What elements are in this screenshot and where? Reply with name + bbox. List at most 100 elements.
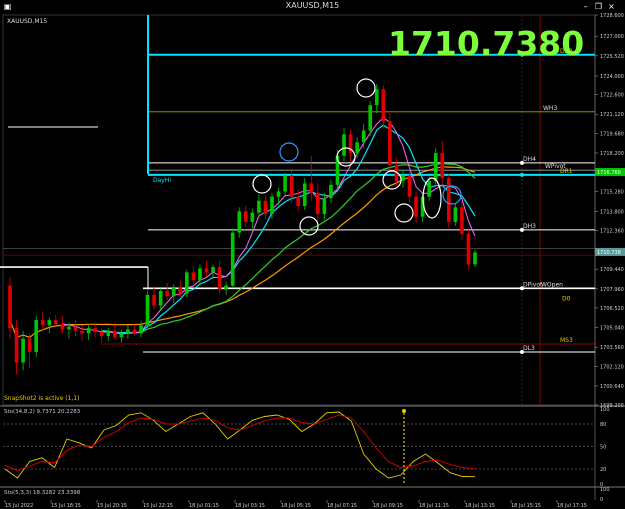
candle-body [237,211,242,233]
price-marker-label: 1716.760 [597,170,621,176]
candle-body [165,290,169,297]
x-tick-label: 18 Jul 11:15 [419,503,449,509]
level-dot [520,227,524,232]
level-dot [520,172,524,177]
candle-body [191,272,196,281]
big-price: 1710.7380 [388,24,584,63]
candle-body [368,105,373,131]
candle-body [263,200,268,214]
candle-body [60,324,65,330]
level-label: DH4 [523,156,536,163]
symbol-label: XAUUSD,M15 [7,18,47,25]
level-dot [520,349,524,354]
candle-body [47,320,52,326]
candle-body [119,333,124,338]
osc-tick-label: 100 [600,407,610,413]
level-dot [520,160,524,165]
candle-body [466,233,471,265]
y-tick-label: 1707.960 [600,287,624,293]
x-tick-label: 18 Jul 01:15 [189,503,219,509]
candle-body [433,152,438,181]
candle-body [34,320,38,352]
candle-body [152,294,156,306]
candle-body [126,329,130,334]
stoch-label: Sto(34,8,2) 9.7371 20.2283 [4,409,81,415]
osc-tick-label: 50 [600,445,606,451]
y-tick-label: 1713.800 [600,209,624,215]
x-tick-label: 15 Jul 22:15 [143,503,173,509]
candle-body [8,285,12,329]
candle-body [158,290,163,306]
osc2-tick-label: 100 [600,487,610,493]
plot-border [2,14,596,406]
annotation-circle [279,142,299,162]
candle-body [217,267,222,290]
candle-body [257,200,261,213]
y-tick-label: 1719.680 [600,131,624,137]
green-ma [114,162,476,334]
candle-body [27,338,32,352]
stoch2-label: Sto(5,3,3) 18.3282 23.3398 [4,490,81,496]
annotation-circle [382,170,402,190]
candle-body [211,267,215,273]
y-tick-label: 1702.120 [600,364,624,370]
candle-body [73,326,78,331]
osc-tick-label: 80 [600,422,606,428]
candle-body [329,184,333,199]
x-tick-label: 15 Jul 20:15 [97,503,127,509]
candle-body [388,121,392,165]
y-tick-label: 1724.000 [600,74,624,80]
candle-body [342,134,346,156]
annotation-circle [422,177,442,219]
candle-body [14,328,19,363]
annotation-circle [299,216,319,236]
candle-body [289,175,294,197]
osc-marker-dot [402,409,406,413]
candle-body [67,326,71,330]
level-dot [520,286,524,291]
candle-body [447,178,451,222]
osc2-tick-label: 0 [600,497,603,503]
level-label: DL3 [523,345,535,352]
candle-body [106,330,111,337]
candle-body [80,330,84,334]
x-tick-label: 15 Jul 18:15 [51,503,81,509]
y-tick-label: 1725.520 [600,54,624,60]
x-tick-label: 18 Jul 17:15 [557,503,587,509]
y-tick-label: 1700.640 [600,384,624,390]
candle-body [198,268,202,281]
candle-body [139,325,143,334]
candle-body [185,272,189,294]
candle-body [270,196,274,214]
blue-ma [101,124,476,334]
y-tick-label: 1727.000 [600,34,624,40]
annotation-circle [252,174,272,194]
candle-body [99,332,104,337]
candle-body [224,285,228,290]
level-label: WOpen [541,281,563,288]
candle-body [54,320,58,325]
candle-body [296,196,300,207]
candle-body [230,232,235,286]
candle-body [283,175,287,192]
candle-body [243,211,248,222]
y-tick-label: 1712.360 [600,228,624,234]
x-tick-label: 15 Jul 2022 [5,503,33,509]
candle-body [407,175,412,197]
x-tick-label: 18 Jul 13:15 [465,503,495,509]
candle-body [276,191,281,197]
candle-body [374,89,379,106]
price-chart[interactable]: DR2WH3DH4WPivotDR1DayHiDH3DPivotWOpenD0M… [0,0,625,509]
candle-body [171,286,176,297]
annotation-circle [356,78,376,98]
candle-body [302,183,307,207]
candle-body [361,130,366,143]
candle-body [440,152,445,179]
candle-body [21,338,25,363]
level-label: WH3 [543,105,557,112]
y-tick-label: 1718.200 [600,151,624,157]
y-tick-label: 1715.280 [600,190,624,196]
y-tick-label: 1706.520 [600,306,624,312]
status-text: SnapShot2 is active (1,1) [4,395,80,402]
osc-tick-label: 20 [600,467,606,473]
